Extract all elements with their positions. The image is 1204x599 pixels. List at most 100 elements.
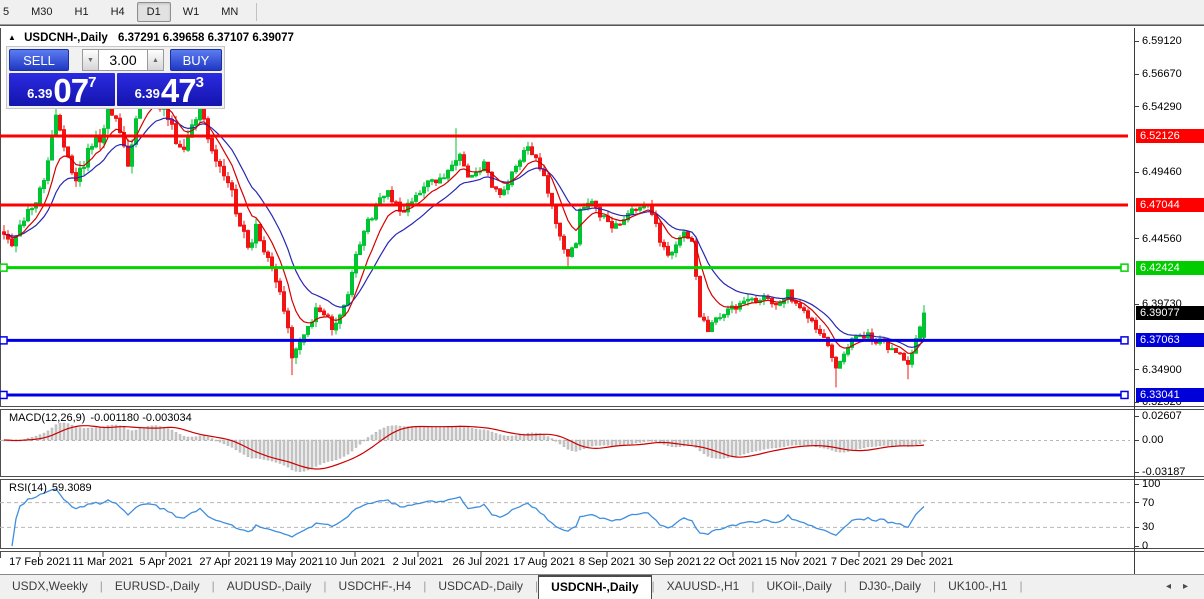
axis-tick: [1135, 545, 1139, 547]
chart-tab-dj30-daily[interactable]: DJ30-,Daily: [847, 575, 933, 598]
axis-tick: [1135, 502, 1139, 504]
axis-tick: [1135, 415, 1139, 417]
timeframe-button-5[interactable]: 5: [0, 2, 19, 22]
date-label: 30 Sep 2021: [638, 556, 702, 568]
panel-divider-rsi[interactable]: [0, 476, 1204, 480]
rsi-axis-label: 100: [1142, 478, 1161, 490]
sell-button[interactable]: SELL: [9, 49, 69, 71]
ma-fast-line: [3, 104, 925, 354]
date-label: 17 Feb 2021: [9, 556, 71, 568]
timeframe-button-m30[interactable]: M30: [21, 2, 62, 22]
buy-price-box[interactable]: 6.39 47 3: [116, 73, 222, 107]
axis-price-label: 6.44560: [1142, 232, 1182, 245]
chart-ohlc-values: 6.37291 6.39658 6.37107 6.39077: [118, 32, 294, 44]
line-handle[interactable]: [1120, 336, 1129, 345]
date-label: 10 Jun 2021: [324, 556, 386, 568]
line-handle[interactable]: [0, 263, 8, 272]
axis-tick: [1135, 73, 1139, 75]
volume-increase-button[interactable]: ▲: [147, 49, 164, 71]
date-label: 19 May 2021: [260, 556, 324, 568]
trading-terminal-window: 5 M30 H1 H4 D1 W1 MN ▲ USDCNH-,Daily 6.37291 6…: [0, 0, 1204, 599]
tab-scroll-arrows: ◂ ▸: [1166, 575, 1204, 592]
chart-tab-uk100-h1[interactable]: UK100-,H1: [936, 575, 1019, 598]
panel-divider-bottom[interactable]: [0, 548, 1204, 552]
line-handle[interactable]: [0, 336, 8, 345]
volume-decrease-button[interactable]: ▼: [82, 49, 99, 71]
date-label: 15 Nov 2021: [764, 556, 828, 568]
macd-values: -0.001180 -0.003034: [90, 412, 192, 424]
rsi-axis-label: 0: [1142, 540, 1149, 552]
rsi-name: RSI(14): [9, 482, 47, 494]
axis-tick: [1135, 439, 1139, 441]
line-handle[interactable]: [1120, 390, 1129, 400]
sell-price-box[interactable]: 6.39 07 7: [9, 72, 115, 109]
date-label: 11 Mar 2021: [72, 556, 134, 568]
timeframe-button-d1[interactable]: D1: [136, 2, 171, 22]
chart-tab-bar: USDX,Weekly | EURUSD-,Daily | AUDUSD-,Daily |…: [0, 574, 1204, 599]
date-label: 5 Apr 2021: [139, 556, 193, 568]
chart-tab-xauusd-h1[interactable]: XAUUSD-,H1: [655, 575, 752, 598]
axis-price-label: 6.49460: [1142, 166, 1182, 179]
buy-price-pip: 3: [195, 74, 204, 91]
line-handle[interactable]: [0, 390, 8, 400]
axis-tick: [1135, 471, 1139, 473]
tab-separator: |: [1019, 579, 1023, 593]
chart-tab-audusd-daily[interactable]: AUDUSD-,Daily: [215, 575, 324, 598]
one-click-trade-panel: SELL ▼ 3.00 ▲ BUY 6.39 07 7 6.39 47 3: [6, 46, 225, 109]
axis-price-label: 6.56670: [1142, 68, 1182, 81]
price-axis[interactable]: 6.59120 6.56670 6.54290 6.49460 6.44560 6.397…: [1134, 28, 1204, 581]
macd-indicator-label: MACD(12,26,9) -0.001180 -0.003034: [9, 412, 197, 424]
buy-button[interactable]: BUY: [170, 49, 222, 71]
chart-tab-usdcad-daily[interactable]: USDCAD-,Daily: [426, 575, 535, 598]
tab-scroll-right-icon[interactable]: ▸: [1183, 581, 1188, 592]
date-label: 29 Dec 2021: [890, 556, 954, 568]
date-label: 17 Aug 2021: [513, 556, 575, 568]
timeframe-toolbar: 5 M30 H1 H4 D1 W1 MN: [0, 0, 1204, 25]
tab-scroll-left-icon[interactable]: ◂: [1166, 581, 1171, 592]
price-line-label-6.47044: 6.47044: [1136, 197, 1204, 212]
timeframe-button-mn[interactable]: MN: [211, 2, 248, 22]
price-line-label-6.37063: 6.37063: [1136, 333, 1204, 348]
axis-tick: [1135, 369, 1139, 371]
axis-price-label: 6.34900: [1142, 363, 1182, 376]
sell-price-pip: 7: [88, 74, 97, 91]
macd-axis-label: 0.02607: [1142, 410, 1182, 422]
axis-tick: [1135, 303, 1139, 305]
axis-price-label: 6.54290: [1142, 100, 1182, 113]
macd-name: MACD(12,26,9): [9, 412, 86, 424]
macd-axis-label: 0.00: [1142, 434, 1164, 446]
collapse-triangle-icon[interactable]: ▲: [8, 33, 16, 42]
rsi-value: 59.3089: [51, 482, 92, 494]
price-line-label-6.52126: 6.52126: [1136, 129, 1204, 143]
date-label: 27 Apr 2021: [199, 556, 259, 568]
date-label: 8 Sep 2021: [578, 556, 636, 568]
axis-tick: [1135, 106, 1139, 108]
timeframe-button-h4[interactable]: H4: [101, 2, 135, 22]
date-label: 7 Dec 2021: [830, 556, 888, 568]
chart-tab-usdx-weekly[interactable]: USDX,Weekly: [0, 575, 100, 598]
timeframe-button-w1[interactable]: W1: [173, 2, 210, 22]
line-handle[interactable]: [1120, 263, 1129, 272]
date-label: 22 Oct 2021: [703, 556, 763, 568]
volume-input[interactable]: 3.00: [99, 49, 147, 71]
chart-tab-usdchf-h4[interactable]: USDCHF-,H4: [327, 575, 424, 598]
date-axis[interactable]: 17 Feb 2021 11 Mar 2021 5 Apr 2021 27 Apr 2…: [0, 554, 1134, 570]
axis-tick: [1135, 40, 1139, 42]
rsi-axis-label: 30: [1142, 521, 1155, 534]
panel-divider-macd[interactable]: [0, 406, 1204, 410]
macd-histogram: [2, 422, 926, 472]
current-price-label: 6.39077: [1136, 306, 1204, 321]
sell-price-main: 07: [53, 72, 89, 109]
axis-tick: [1135, 238, 1139, 240]
sell-price-prefix: 6.39: [27, 86, 53, 101]
chart-symbol-period: USDCNH-,Daily: [24, 32, 108, 44]
chart-window: ▲ USDCNH-,Daily 6.37291 6.39658 6.37107 …: [0, 25, 1204, 599]
date-label: 2 Jul 2021: [392, 556, 444, 568]
chart-tab-ukoil-daily[interactable]: UKOil-,Daily: [754, 575, 843, 598]
rsi-axis-label: 70: [1142, 496, 1155, 509]
chart-tab-eurusd-daily[interactable]: EURUSD-,Daily: [103, 575, 212, 598]
chart-tab-usdcnh-daily[interactable]: USDCNH-,Daily: [538, 575, 652, 599]
axis-price-label: 6.59120: [1142, 35, 1182, 48]
price-line-label-6.33041: 6.33041: [1136, 387, 1204, 402]
timeframe-button-h1[interactable]: H1: [65, 2, 99, 22]
